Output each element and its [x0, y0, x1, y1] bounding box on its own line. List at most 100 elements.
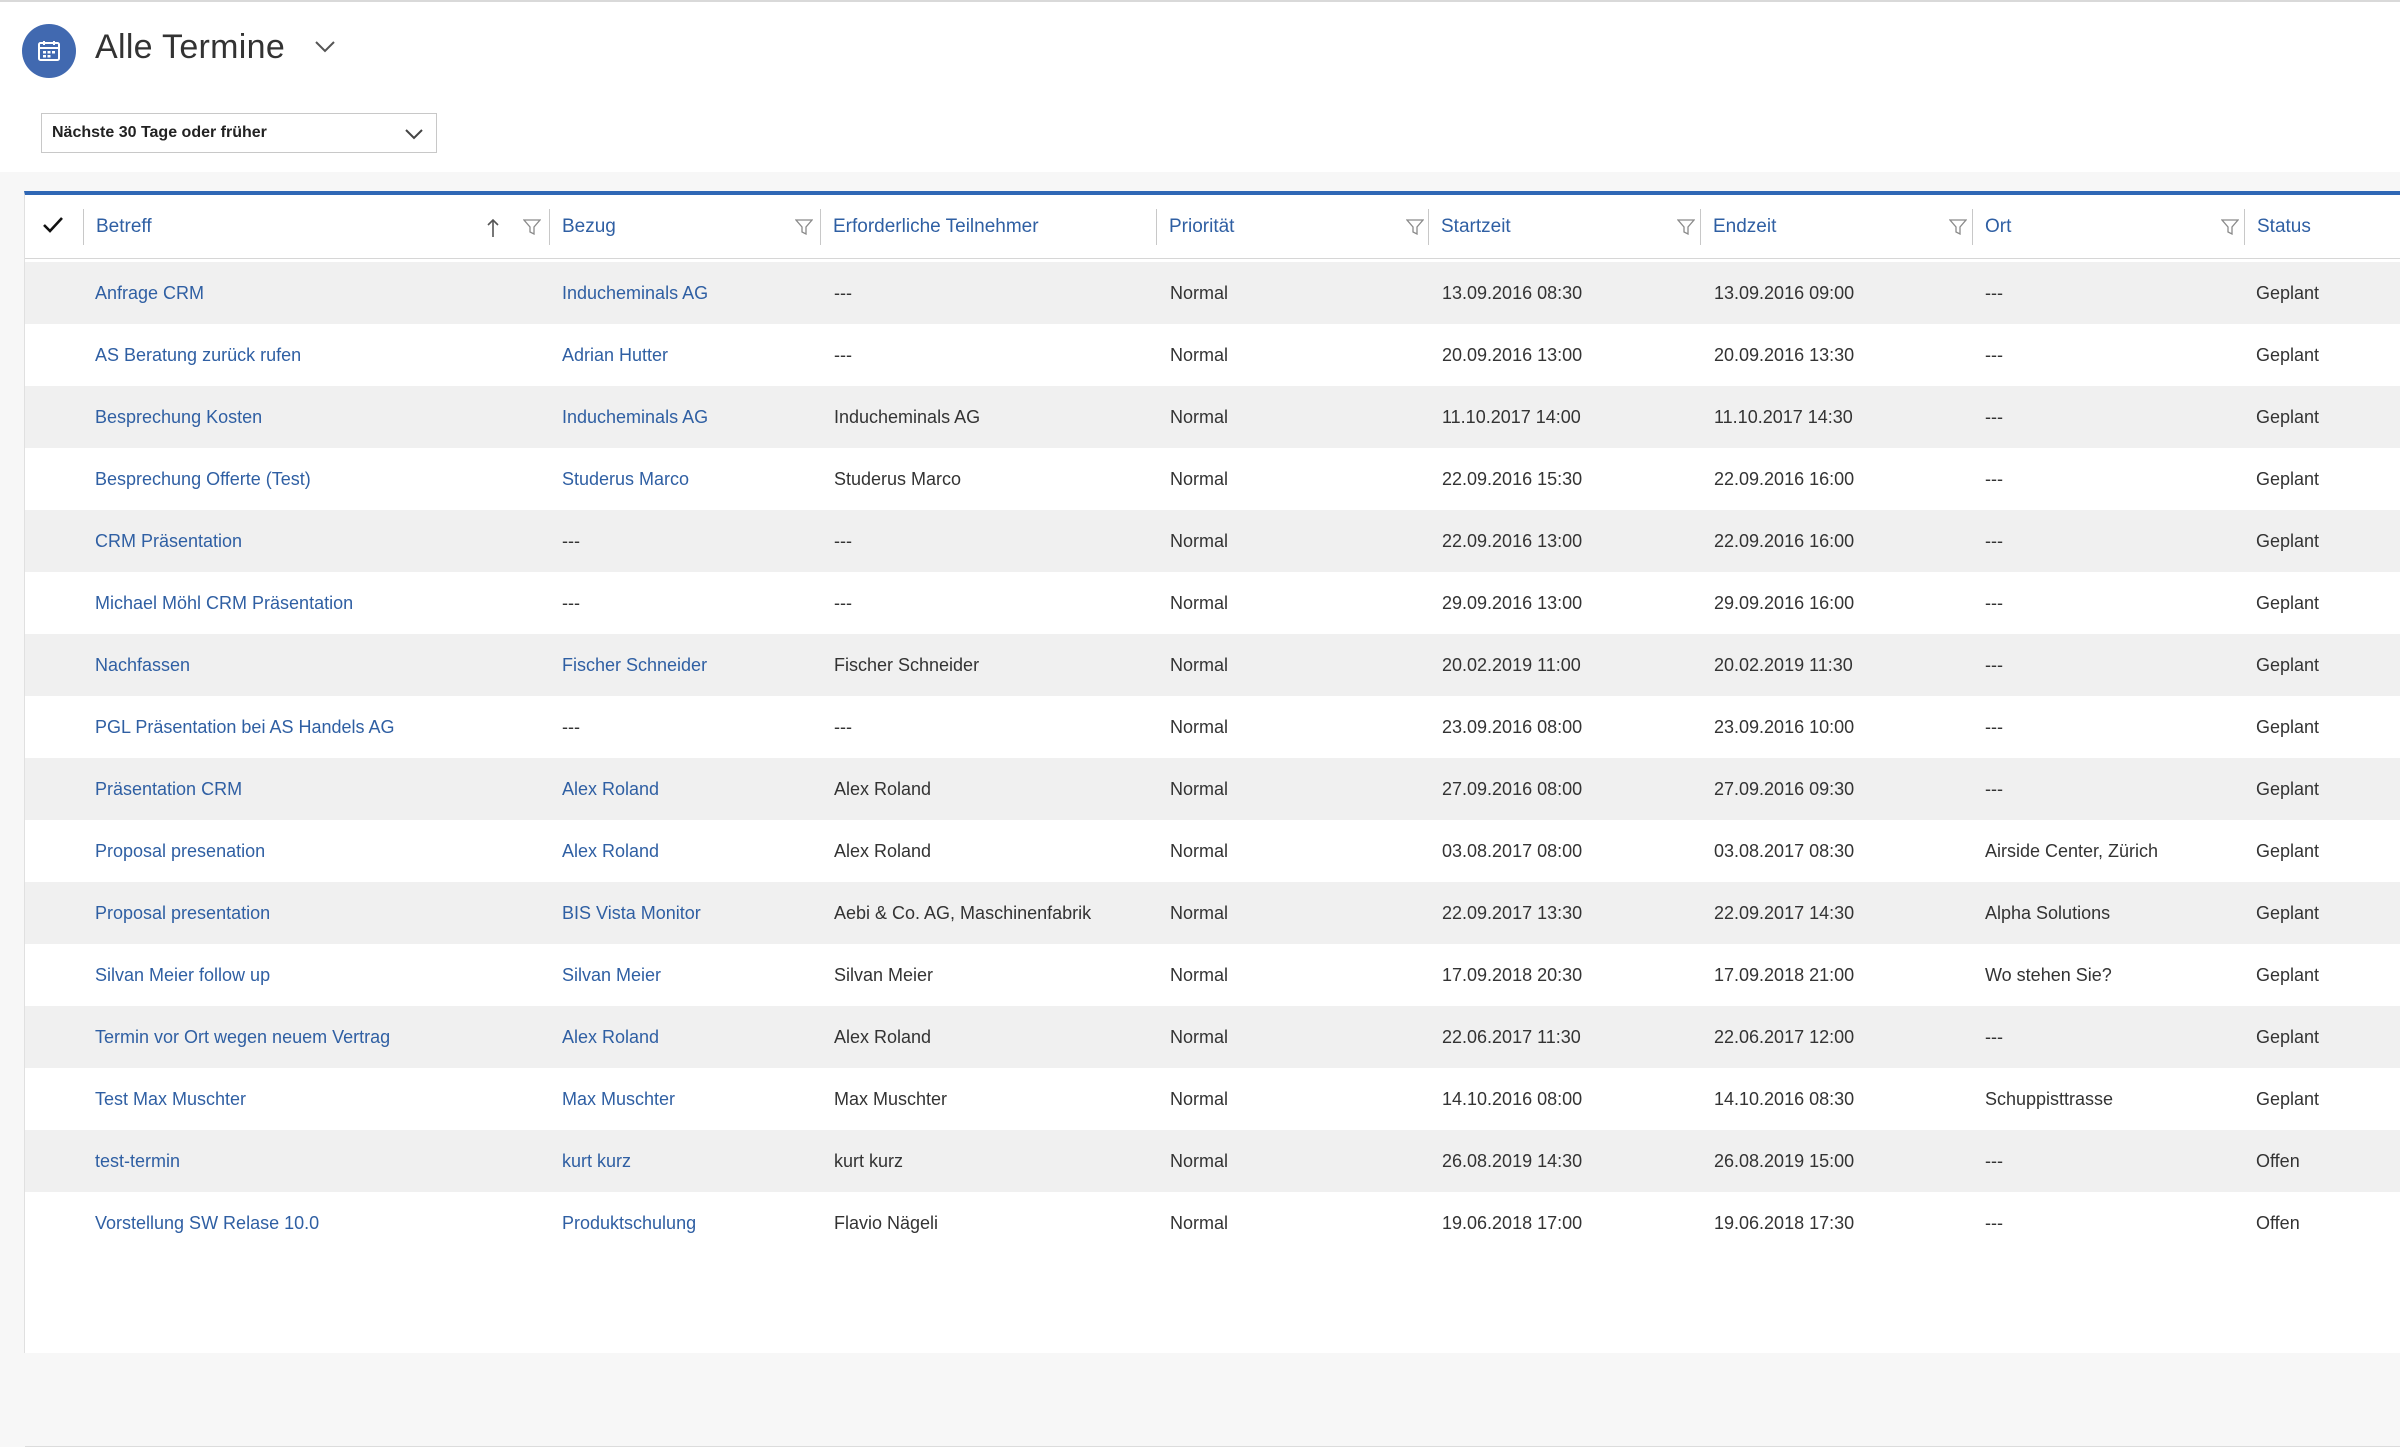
column-header-bezug[interactable]: Bezug	[552, 195, 817, 258]
cell-bezug: ---	[562, 530, 580, 551]
cell-bezug[interactable]: Fischer Schneider	[562, 634, 707, 696]
cell-bezug[interactable]: Alex Roland	[562, 1006, 659, 1068]
date-filter-dropdown[interactable]: Nächste 30 Tage oder früher	[41, 113, 437, 153]
cell-status: Geplant	[2256, 468, 2320, 489]
column-separator	[549, 209, 550, 245]
table-row[interactable]: Besprechung Offerte (Test) Studerus Marco…	[25, 448, 2400, 510]
view-selector-chevron-icon[interactable]	[313, 38, 337, 56]
filter-icon[interactable]	[2221, 219, 2239, 235]
grid-rows: Anfrage CRM Inducheminals AG --- Normal 13.0…	[25, 262, 2400, 1254]
cell-endzeit: 17.09.2018 21:00	[1714, 964, 1855, 985]
column-header-prioritaet[interactable]: Priorität	[1159, 195, 1429, 258]
table-row[interactable]: Michael Möhl CRM Präsentation --- --- Norma…	[25, 572, 2400, 634]
cell-bezug[interactable]: Silvan Meier	[562, 944, 661, 1006]
cell-betreff[interactable]: Proposal presenation	[95, 820, 265, 882]
cell-endzeit: 22.09.2016 16:00	[1714, 530, 1855, 551]
cell-status: Geplant	[2256, 282, 2320, 303]
table-row[interactable]: Nachfassen Fischer Schneider Fischer Schne…	[25, 634, 2400, 696]
cell-betreff[interactable]: Silvan Meier follow up	[95, 944, 270, 1006]
cell-endzeit: 03.08.2017 08:30	[1714, 840, 1855, 861]
cell-bezug[interactable]: Studerus Marco	[562, 448, 689, 510]
cell-status: Geplant	[2256, 964, 2320, 985]
cell-bezug[interactable]: Inducheminals AG	[562, 262, 708, 324]
table-row[interactable]: Vorstellung SW Relase 10.0 Produktschulun…	[25, 1192, 2400, 1254]
cell-betreff[interactable]: Anfrage CRM	[95, 262, 204, 324]
table-row[interactable]: Proposal presentation BIS Vista Monitor Ae…	[25, 882, 2400, 944]
cell-teilnehmer: Silvan Meier	[834, 964, 934, 985]
cell-betreff[interactable]: Besprechung Kosten	[95, 386, 262, 448]
column-header-startzeit[interactable]: Startzeit	[1431, 195, 1701, 258]
table-row[interactable]: Silvan Meier follow up Silvan Meier Silvan…	[25, 944, 2400, 1006]
cell-bezug[interactable]: Alex Roland	[562, 758, 659, 820]
cell-betreff[interactable]: Termin vor Ort wegen neuem Vertrag	[95, 1006, 390, 1068]
cell-betreff[interactable]: test-termin	[95, 1130, 180, 1192]
cell-startzeit: 03.08.2017 08:00	[1442, 840, 1583, 861]
table-row[interactable]: Anfrage CRM Inducheminals AG --- Normal 13.0…	[25, 262, 2400, 324]
column-header-betreff[interactable]: Betreff	[86, 195, 554, 258]
cell-bezug: ---	[562, 592, 580, 613]
select-all-checkmark-icon[interactable]	[41, 213, 65, 237]
table-row[interactable]: Termin vor Ort wegen neuem Vertrag Alex R…	[25, 1006, 2400, 1068]
column-header-teilnehmer[interactable]: Erforderliche Teilnehmer	[823, 195, 1158, 258]
cell-prioritaet: Normal	[1170, 1088, 1229, 1109]
cell-ort: Alpha Solutions	[1985, 902, 2111, 923]
column-header-label: Priorität	[1169, 215, 1235, 237]
column-header-endzeit[interactable]: Endzeit	[1703, 195, 1973, 258]
cell-ort: ---	[1985, 468, 2003, 489]
cell-startzeit: 22.09.2016 13:00	[1442, 530, 1583, 551]
column-header-ort[interactable]: Ort	[1975, 195, 2245, 258]
filter-icon[interactable]	[795, 219, 813, 235]
cell-betreff[interactable]: Besprechung Offerte (Test)	[95, 448, 311, 510]
filter-icon[interactable]	[1406, 219, 1424, 235]
cell-betreff[interactable]: AS Beratung zurück rufen	[95, 324, 301, 386]
filter-icon[interactable]	[523, 219, 541, 235]
cell-prioritaet: Normal	[1170, 468, 1229, 489]
table-row[interactable]: CRM Präsentation --- --- Normal 22.09.2016 1…	[25, 510, 2400, 572]
cell-bezug[interactable]: kurt kurz	[562, 1130, 631, 1192]
table-row[interactable]: AS Beratung zurück rufen Adrian Hutter ---…	[25, 324, 2400, 386]
cell-teilnehmer: Inducheminals AG	[834, 406, 981, 427]
filter-icon[interactable]	[1677, 219, 1695, 235]
cell-betreff[interactable]: Test Max Muschter	[95, 1068, 246, 1130]
table-row[interactable]: Besprechung Kosten Inducheminals AG Induch…	[25, 386, 2400, 448]
table-row[interactable]: Proposal presenation Alex Roland Alex Rola…	[25, 820, 2400, 882]
cell-bezug[interactable]: BIS Vista Monitor	[562, 882, 701, 944]
cell-betreff[interactable]: Nachfassen	[95, 634, 190, 696]
cell-teilnehmer: Alex Roland	[834, 840, 932, 861]
cell-endzeit: 27.09.2016 09:30	[1714, 778, 1855, 799]
sort-ascending-icon[interactable]	[487, 217, 499, 239]
cell-betreff[interactable]: CRM Präsentation	[95, 510, 242, 572]
cell-ort: ---	[1985, 530, 2003, 551]
cell-bezug[interactable]: Produktschulung	[562, 1192, 696, 1254]
cell-bezug[interactable]: Alex Roland	[562, 820, 659, 882]
cell-prioritaet: Normal	[1170, 902, 1229, 923]
cell-bezug[interactable]: Inducheminals AG	[562, 386, 708, 448]
column-header-status[interactable]: Status	[2247, 195, 2397, 258]
cell-startzeit: 11.10.2017 14:00	[1442, 406, 1581, 427]
cell-betreff[interactable]: Präsentation CRM	[95, 758, 242, 820]
table-row[interactable]: test-termin kurt kurz kurt kurz Normal 26.08…	[25, 1130, 2400, 1192]
cell-endzeit: 20.09.2016 13:30	[1714, 344, 1855, 365]
cell-startzeit: 26.08.2019 14:30	[1442, 1150, 1583, 1171]
cell-teilnehmer: ---	[834, 530, 852, 551]
cell-teilnehmer: Fischer Schneider	[834, 654, 980, 675]
cell-bezug[interactable]: Max Muschter	[562, 1068, 675, 1130]
cell-ort: ---	[1985, 654, 2003, 675]
cell-endzeit: 29.09.2016 16:00	[1714, 592, 1855, 613]
cell-startzeit: 20.09.2016 13:00	[1442, 344, 1583, 365]
cell-prioritaet: Normal	[1170, 1150, 1229, 1171]
cell-ort: ---	[1985, 344, 2003, 365]
filter-icon[interactable]	[1949, 219, 1967, 235]
cell-ort: ---	[1985, 592, 2003, 613]
view-title[interactable]: Alle Termine	[95, 28, 285, 67]
cell-endzeit: 22.06.2017 12:00	[1714, 1026, 1855, 1047]
column-separator	[2244, 209, 2245, 245]
cell-bezug[interactable]: Adrian Hutter	[562, 324, 668, 386]
table-row[interactable]: PGL Präsentation bei AS Handels AG --- ---…	[25, 696, 2400, 758]
cell-betreff[interactable]: PGL Präsentation bei AS Handels AG	[95, 696, 395, 758]
cell-betreff[interactable]: Proposal presentation	[95, 882, 270, 944]
table-row[interactable]: Präsentation CRM Alex Roland Alex Roland No…	[25, 758, 2400, 820]
table-row[interactable]: Test Max Muschter Max Muschter Max Muschte…	[25, 1068, 2400, 1130]
cell-betreff[interactable]: Vorstellung SW Relase 10.0	[95, 1192, 319, 1254]
cell-betreff[interactable]: Michael Möhl CRM Präsentation	[95, 572, 353, 634]
